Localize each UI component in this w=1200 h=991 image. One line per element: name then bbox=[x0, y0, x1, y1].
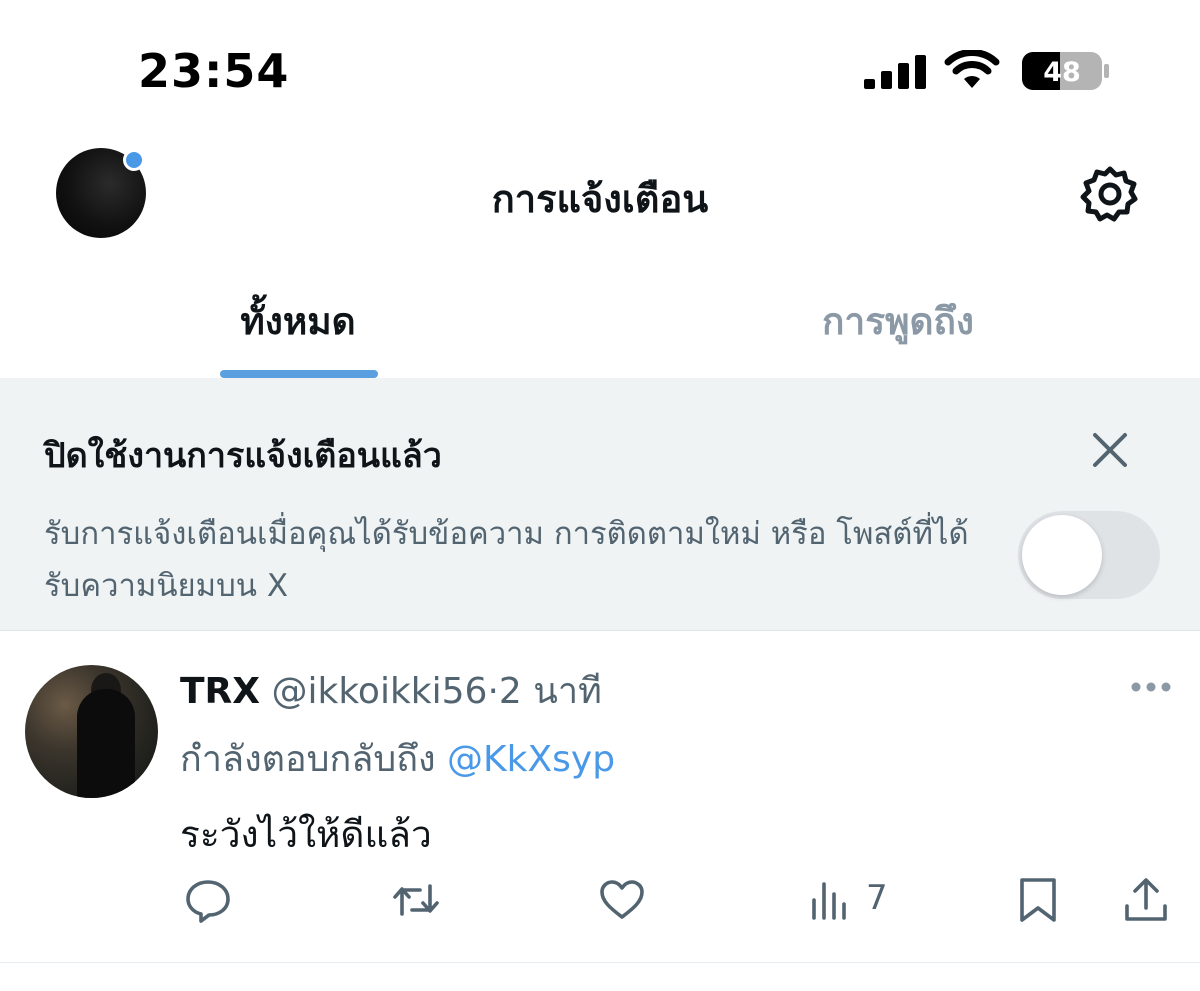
post-time[interactable]: 2 นาที bbox=[499, 671, 602, 712]
banner-title: ปิดใช้งานการแจ้งเตือนแล้ว bbox=[44, 436, 442, 476]
tab-all[interactable]: ทั้งหมด bbox=[160, 292, 436, 351]
status-time: 23:54 bbox=[138, 44, 290, 98]
meta-separator: · bbox=[487, 671, 499, 712]
gear-icon[interactable] bbox=[1080, 164, 1140, 224]
battery-level: 48 bbox=[1043, 57, 1081, 88]
active-tab-indicator bbox=[220, 370, 378, 378]
battery-icon: 48 bbox=[1022, 52, 1109, 90]
reply-mention-link[interactable]: @KkXsyp bbox=[447, 739, 615, 780]
views-count: 7 bbox=[866, 878, 888, 918]
author-name[interactable]: TRX bbox=[180, 671, 260, 712]
like-icon[interactable] bbox=[598, 876, 646, 924]
reply-icon[interactable] bbox=[184, 876, 232, 924]
close-icon[interactable] bbox=[1088, 428, 1132, 472]
wifi-icon bbox=[944, 50, 1000, 88]
toggle-knob bbox=[1022, 515, 1102, 595]
reply-prefix: กำลังตอบกลับถึง bbox=[180, 739, 436, 780]
tab-mentions[interactable]: การพูดถึง bbox=[760, 292, 1036, 351]
page-title: การแจ้งเตือน bbox=[491, 177, 709, 221]
views-icon[interactable] bbox=[806, 876, 854, 924]
share-icon[interactable] bbox=[1122, 876, 1170, 924]
banner-description: รับการแจ้งเตือนเมื่อคุณได้รับข้อความ การ… bbox=[44, 516, 969, 604]
post-text: ระวังไว้ให้ดีแล้ว bbox=[180, 813, 432, 856]
post-header: TRX @ikkoikki56·2 นาที bbox=[180, 662, 602, 719]
cellular-signal-icon bbox=[864, 55, 926, 89]
author-avatar[interactable] bbox=[25, 665, 158, 798]
more-icon[interactable] bbox=[1130, 680, 1172, 694]
repost-icon[interactable] bbox=[392, 876, 440, 924]
bookmark-icon[interactable] bbox=[1014, 876, 1062, 924]
post-divider bbox=[0, 962, 1200, 963]
author-handle[interactable]: @ikkoikki56 bbox=[272, 671, 488, 712]
reply-context: กำลังตอบกลับถึง @KkXsyp bbox=[180, 730, 615, 787]
